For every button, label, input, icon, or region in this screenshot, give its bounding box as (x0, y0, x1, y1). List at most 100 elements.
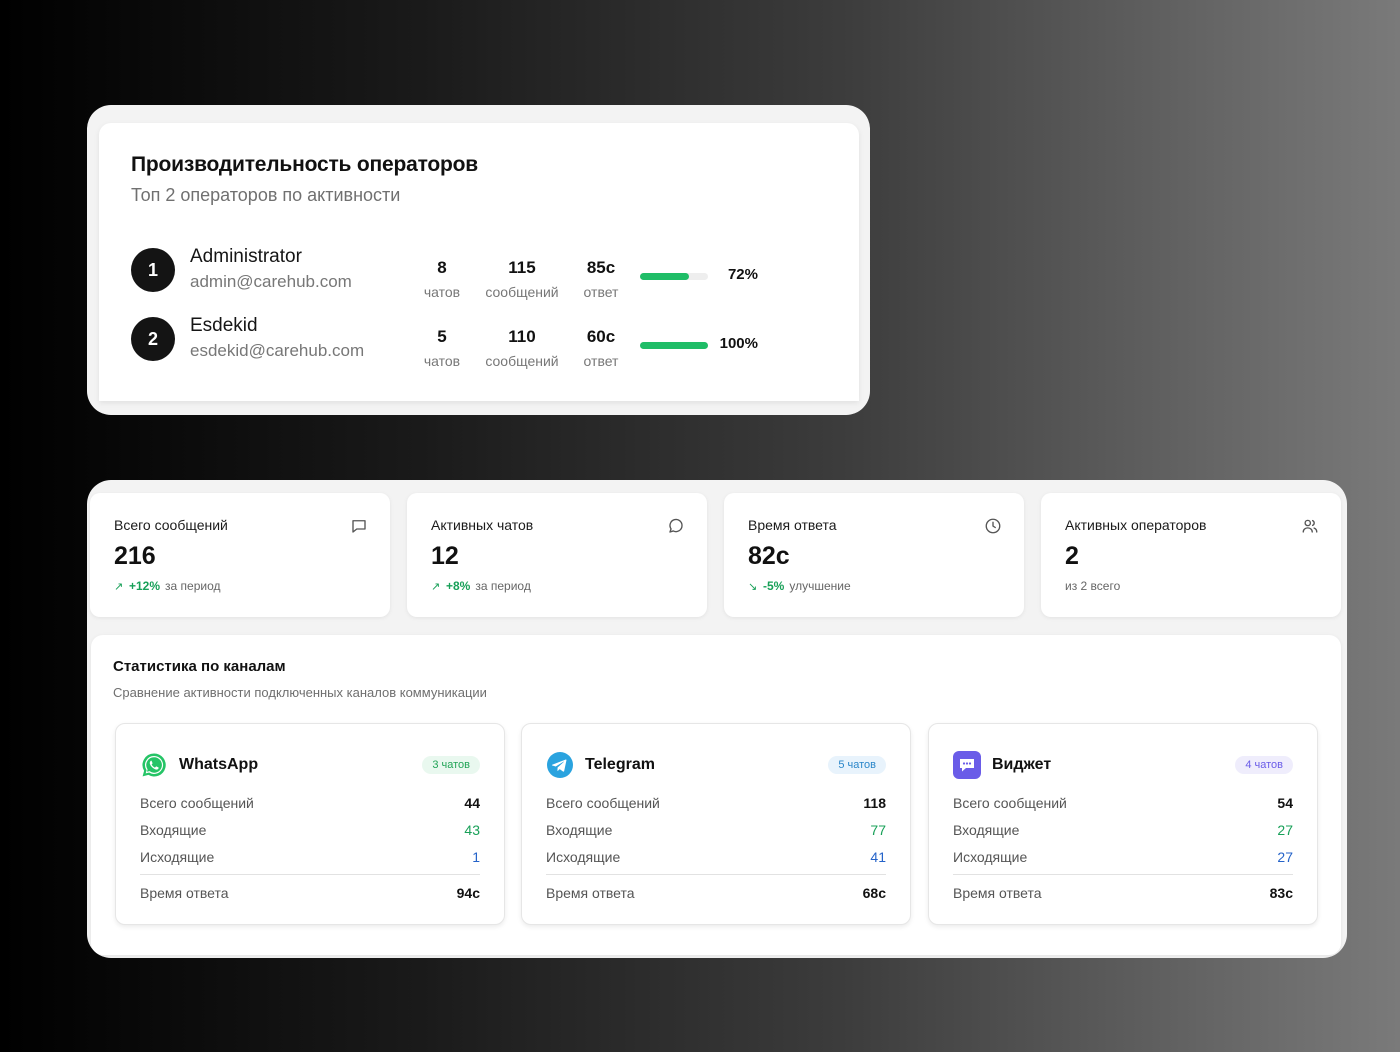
stat-label: Время ответа (953, 884, 1042, 901)
stat-total-messages: Всего сообщений 44 (140, 789, 480, 816)
kpi-note-text: за период (165, 579, 221, 593)
kpi-active-operators[interactable]: Активных операторов 2 из 2 всего (1041, 493, 1341, 617)
kpi-delta: +12% (129, 579, 161, 593)
operator-email: admin@carehub.com (190, 272, 352, 291)
operator-chats-label: чатов (423, 353, 461, 369)
kpi-title: Активных операторов (1065, 517, 1207, 533)
stat-incoming: Входящие 77 (546, 816, 886, 843)
channel-stats-card: Статистика по каналам Сравнение активнос… (91, 635, 1341, 955)
stat-value: 77 (870, 821, 886, 838)
divider (546, 874, 886, 875)
stat-value: 94с (456, 884, 480, 901)
operator-email: esdekid@carehub.com (190, 341, 365, 360)
channel-stats-title: Статистика по каналам (113, 658, 286, 675)
kpi-response-time[interactable]: Время ответа 82с ↘ -5% улучшение (724, 493, 1024, 617)
operator-row[interactable]: 1 Administrator admin@carehub.com 8 чато… (131, 246, 831, 300)
kpi-note-text: из 2 всего (1065, 579, 1121, 593)
operator-progress-label: 100% (719, 335, 758, 352)
stat-total-messages: Всего сообщений 118 (546, 789, 886, 816)
operator-messages-stat: 115 сообщений (477, 258, 567, 300)
kpi-active-chats[interactable]: Активных чатов 12 ↗ +8% за период (407, 493, 707, 617)
stat-incoming: Входящие 43 (140, 816, 480, 843)
kpi-value: 216 (114, 542, 156, 570)
stat-total-messages: Всего сообщений 54 (953, 789, 1293, 816)
operator-response-label: ответ (583, 284, 619, 300)
stat-label: Входящие (140, 821, 207, 838)
kpi-total-messages[interactable]: Всего сообщений 216 ↗ +12% за период (90, 493, 390, 617)
channel-name: WhatsApp (179, 756, 259, 773)
trend-up-icon: ↗ (114, 580, 124, 593)
operators-panel: Производительность операторов Топ 2 опер… (87, 105, 870, 415)
operator-chats-value: 5 (437, 327, 447, 346)
operator-rank-badge: 1 (131, 248, 175, 292)
stat-value: 54 (1277, 794, 1293, 811)
operator-progress-bar (640, 342, 708, 349)
stat-outgoing: Исходящие 41 (546, 843, 886, 870)
message-square-icon (352, 520, 366, 533)
stat-value: 27 (1277, 848, 1293, 865)
operator-messages-stat: 110 сообщений (477, 327, 567, 369)
kpi-note: ↘ -5% улучшение (748, 579, 1000, 593)
channel-card-whatsapp[interactable]: WhatsApp 3 чатов Всего сообщений 44 Входя… (115, 723, 505, 925)
operator-response-stat: 60с ответ (556, 327, 646, 369)
divider (953, 874, 1293, 875)
operator-response-value: 85с (586, 258, 616, 277)
stat-value: 41 (870, 848, 886, 865)
stat-value: 43 (464, 821, 480, 838)
chats-count-badge: 5 чатов (828, 756, 886, 774)
stat-response-time: Время ответа 83с (953, 879, 1293, 906)
stat-response-time: Время ответа 94с (140, 879, 480, 906)
operator-rank-badge: 2 (131, 317, 175, 361)
widget-icon (953, 751, 981, 779)
stat-label: Всего сообщений (953, 794, 1067, 811)
kpi-value: 12 (431, 542, 459, 570)
operator-progress-fill (640, 342, 708, 349)
operator-messages-label: сообщений (485, 353, 559, 369)
trend-up-icon: ↗ (431, 580, 441, 593)
operator-response-stat: 85с ответ (556, 258, 646, 300)
kpi-delta: -5% (763, 579, 785, 593)
kpi-note-text: за период (475, 579, 531, 593)
channel-card-widget[interactable]: Виджет 4 чатов Всего сообщений 54 Входящи… (928, 723, 1318, 925)
stat-value: 1 (472, 848, 480, 865)
users-icon (1302, 519, 1318, 533)
dashboard-panel: Всего сообщений 216 ↗ +12% за период Акт… (87, 480, 1347, 958)
stat-outgoing: Исходящие 1 (140, 843, 480, 870)
kpi-note: ↗ +12% за период (114, 579, 366, 593)
stat-label: Входящие (546, 821, 613, 838)
stat-outgoing: Исходящие 27 (953, 843, 1293, 870)
operator-chats-value: 8 (437, 258, 447, 277)
stat-incoming: Входящие 27 (953, 816, 1293, 843)
stat-label: Время ответа (546, 884, 635, 901)
operator-name: Administrator (190, 246, 302, 267)
trend-down-icon: ↘ (748, 580, 758, 593)
kpi-value: 82с (748, 542, 790, 570)
kpi-title: Время ответа (748, 517, 837, 533)
chats-count-badge: 3 чатов (422, 756, 480, 774)
channel-card-telegram[interactable]: Telegram 5 чатов Всего сообщений 118 Вход… (521, 723, 911, 925)
stat-label: Входящие (953, 821, 1020, 838)
stat-label: Исходящие (140, 848, 215, 865)
kpi-note: ↗ +8% за период (431, 579, 683, 593)
stat-label: Всего сообщений (140, 794, 254, 811)
chats-count-badge: 4 чатов (1235, 756, 1293, 774)
channel-stats-subtitle: Сравнение активности подключенных канало… (113, 685, 487, 700)
operator-messages-value: 115 (508, 258, 536, 277)
operator-chats-stat: 8 чатов (397, 258, 487, 300)
clock-icon (985, 518, 1001, 534)
channel-name: Виджет (992, 756, 1052, 773)
operators-card: Производительность операторов Топ 2 опер… (99, 123, 859, 401)
operators-title: Производительность операторов (131, 153, 478, 176)
stat-label: Время ответа (140, 884, 229, 901)
stat-value: 118 (863, 794, 886, 811)
stat-label: Исходящие (546, 848, 621, 865)
operator-chats-stat: 5 чатов (397, 327, 487, 369)
kpi-value: 2 (1065, 542, 1079, 570)
operator-row[interactable]: 2 Esdekid esdekid@carehub.com 5 чатов 11… (131, 315, 831, 369)
stat-value: 44 (464, 794, 480, 811)
stat-label: Исходящие (953, 848, 1028, 865)
operator-progress-bar (640, 273, 708, 280)
stat-label: Всего сообщений (546, 794, 660, 811)
kpi-note-text: улучшение (789, 579, 851, 593)
operator-response-label: ответ (583, 353, 619, 369)
